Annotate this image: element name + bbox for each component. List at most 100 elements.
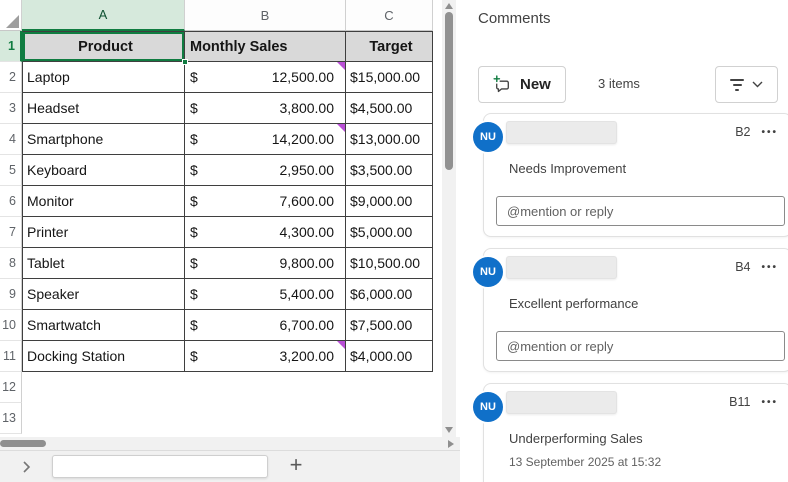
- row-header[interactable]: 1: [0, 31, 22, 62]
- cell-product[interactable]: Tablet: [22, 248, 185, 279]
- more-options-button[interactable]: •••: [761, 397, 778, 408]
- spreadsheet-area: ABC 1 Product Monthly Sales Target 2 Lap…: [0, 0, 460, 482]
- cell-target[interactable]: $4,500.00: [346, 93, 433, 124]
- currency-symbol: $: [190, 348, 198, 364]
- row-header[interactable]: 7: [0, 217, 22, 248]
- comment-card[interactable]: NU B4 ••• Excellent performance: [483, 248, 788, 372]
- author-name-placeholder: [506, 256, 617, 279]
- table-row: 6 Monitor $ 7,600.00 $9,000.00: [0, 186, 433, 217]
- add-sheet-button[interactable]: +: [283, 452, 309, 478]
- table-row: 8 Tablet $ 9,800.00 $10,500.00: [0, 248, 433, 279]
- cell-target[interactable]: $10,500.00: [346, 248, 433, 279]
- cell-monthly-sales[interactable]: $ 3,200.00: [185, 341, 346, 372]
- cell-monthly-sales[interactable]: Monthly Sales: [185, 31, 346, 62]
- vertical-scroll-thumb[interactable]: [445, 12, 453, 170]
- currency-symbol: $: [190, 69, 198, 85]
- sales-value: 6,700.00: [280, 317, 335, 333]
- cell-product[interactable]: Keyboard: [22, 155, 185, 186]
- cell-product[interactable]: Speaker: [22, 279, 185, 310]
- cell-target[interactable]: $13,000.00: [346, 124, 433, 155]
- sheet-grid: ABC 1 Product Monthly Sales Target 2 Lap…: [0, 0, 433, 434]
- currency-symbol: $: [190, 286, 198, 302]
- more-options-button[interactable]: •••: [761, 262, 778, 273]
- vertical-scrollbar[interactable]: [442, 0, 456, 437]
- row-header[interactable]: 12: [0, 372, 22, 403]
- new-comment-button[interactable]: New: [478, 66, 566, 103]
- filter-sort-button[interactable]: [715, 66, 778, 103]
- horizontal-scroll-thumb[interactable]: [0, 440, 46, 447]
- sheet-nav-chevron-icon[interactable]: [18, 459, 34, 475]
- cell-monthly-sales[interactable]: $ 7,600.00: [185, 186, 346, 217]
- row-header[interactable]: 3: [0, 93, 22, 124]
- author-name-placeholder: [506, 391, 617, 414]
- cell-monthly-sales[interactable]: $ 14,200.00: [185, 124, 346, 155]
- table-row: 10 Smartwatch $ 6,700.00 $7,500.00: [0, 310, 433, 341]
- row-header[interactable]: 8: [0, 248, 22, 279]
- avatar: NU: [473, 122, 503, 152]
- cell-monthly-sales[interactable]: $ 2,950.00: [185, 155, 346, 186]
- table-row: 9 Speaker $ 5,400.00 $6,000.00: [0, 279, 433, 310]
- cell-product[interactable]: Smartwatch: [22, 310, 185, 341]
- horizontal-scrollbar[interactable]: [0, 437, 460, 450]
- cell-target[interactable]: $4,000.00: [346, 341, 433, 372]
- scroll-down-icon[interactable]: [445, 427, 453, 433]
- reply-input[interactable]: [496, 331, 785, 361]
- scroll-up-icon[interactable]: [445, 3, 453, 9]
- sales-value: 4,300.00: [280, 224, 335, 240]
- new-comment-label: New: [520, 76, 551, 93]
- select-all-button[interactable]: [0, 0, 22, 31]
- row-header[interactable]: 2: [0, 62, 22, 93]
- cell-product[interactable]: Headset: [22, 93, 185, 124]
- row-header[interactable]: 11: [0, 341, 22, 372]
- table-row-empty: 12: [0, 372, 433, 403]
- cell-monthly-sales[interactable]: $ 3,800.00: [185, 93, 346, 124]
- cell-target[interactable]: $5,000.00: [346, 217, 433, 248]
- cell-target[interactable]: $9,000.00: [346, 186, 433, 217]
- column-header-c[interactable]: C: [346, 0, 433, 31]
- column-header-a[interactable]: A: [22, 0, 185, 31]
- row-header[interactable]: 10: [0, 310, 22, 341]
- cell-monthly-sales[interactable]: $ 6,700.00: [185, 310, 346, 341]
- comment-card-list: NU B2 ••• Needs Improvement NU B4 ••• Ex…: [483, 113, 788, 482]
- cell-target[interactable]: $6,000.00: [346, 279, 433, 310]
- selection-fill-handle[interactable]: [182, 59, 188, 65]
- cell-product[interactable]: Printer: [22, 217, 185, 248]
- sales-value: 5,400.00: [280, 286, 335, 302]
- row-header[interactable]: 5: [0, 155, 22, 186]
- comment-text: Needs Improvement: [509, 161, 626, 176]
- cell-target[interactable]: Target: [346, 31, 433, 62]
- excel-comments-view: ABC 1 Product Monthly Sales Target 2 Lap…: [0, 0, 788, 482]
- cell-monthly-sales[interactable]: $ 12,500.00: [185, 62, 346, 93]
- column-header-b[interactable]: B: [185, 0, 346, 31]
- comment-text: Excellent performance: [509, 296, 638, 311]
- currency-symbol: $: [190, 100, 198, 116]
- row-header[interactable]: 6: [0, 186, 22, 217]
- reply-input[interactable]: [496, 196, 785, 226]
- more-options-button[interactable]: •••: [761, 127, 778, 138]
- comment-card[interactable]: NU B2 ••• Needs Improvement: [483, 113, 788, 237]
- scroll-right-icon[interactable]: [448, 440, 454, 448]
- cell-target[interactable]: $15,000.00: [346, 62, 433, 93]
- comment-timestamp: 13 September 2025 at 15:32: [509, 455, 661, 469]
- table-row-empty: 13: [0, 403, 433, 434]
- cell-product[interactable]: Laptop: [22, 62, 185, 93]
- cell-product[interactable]: Docking Station: [22, 341, 185, 372]
- cell-monthly-sales[interactable]: $ 9,800.00: [185, 248, 346, 279]
- row-header[interactable]: 4: [0, 124, 22, 155]
- comment-cell-ref: B11: [729, 395, 750, 409]
- cell-product[interactable]: Smartphone: [22, 124, 185, 155]
- avatar: NU: [473, 392, 503, 422]
- comment-card[interactable]: NU B11 ••• Underperforming Sales 13 Sept…: [483, 383, 788, 482]
- chevron-down-icon: [752, 81, 763, 88]
- comments-toolbar: New 3 items: [478, 66, 783, 103]
- cell-target[interactable]: $7,500.00: [346, 310, 433, 341]
- row-header[interactable]: 9: [0, 279, 22, 310]
- cell-product[interactable]: Monitor: [22, 186, 185, 217]
- cell-target[interactable]: $3,500.00: [346, 155, 433, 186]
- cell-monthly-sales[interactable]: $ 5,400.00: [185, 279, 346, 310]
- sheet-tab[interactable]: [52, 455, 268, 478]
- filter-icon: [730, 79, 744, 91]
- cell-product[interactable]: Product: [22, 31, 185, 62]
- cell-monthly-sales[interactable]: $ 4,300.00: [185, 217, 346, 248]
- row-header[interactable]: 13: [0, 403, 22, 434]
